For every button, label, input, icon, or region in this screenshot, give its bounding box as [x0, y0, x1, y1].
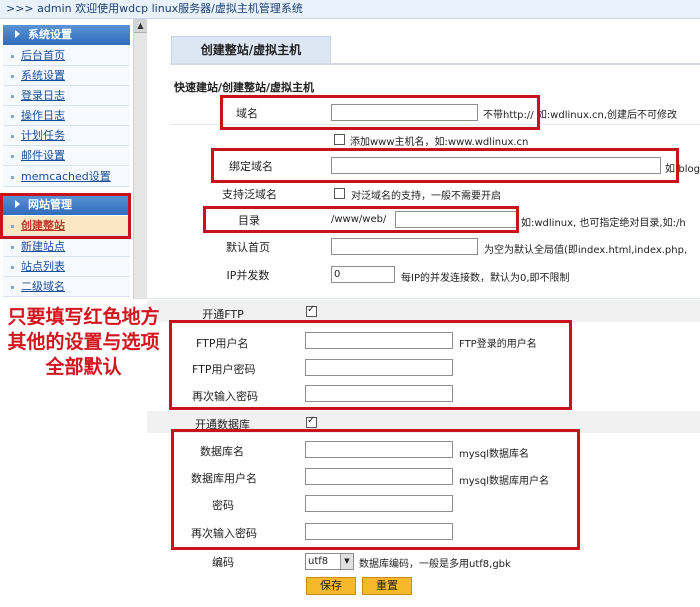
- annotation-text: 只要填写红色地方 其他的设置与选项 全部默认: [6, 305, 161, 380]
- sidebar-item-label: 站点列表: [21, 260, 65, 273]
- sidebar-item-home[interactable]: 后台首页: [3, 46, 130, 66]
- highlight-box-sidebar: [0, 193, 131, 239]
- sidebar-item-login-log[interactable]: 登录日志: [3, 86, 130, 106]
- sidebar-item-site-list[interactable]: 站点列表: [3, 257, 130, 277]
- default-page-label: 默认首页: [226, 241, 270, 254]
- sidebar-item-label: 邮件设置: [21, 149, 65, 162]
- annotation-line: 只要填写红色地方: [7, 306, 160, 328]
- chevron-down-icon[interactable]: ▼: [340, 554, 353, 569]
- highlight-box-dir: [203, 206, 519, 233]
- default-page-input[interactable]: [331, 238, 478, 255]
- sidebar-item-mail[interactable]: 邮件设置: [3, 146, 130, 166]
- bullet-icon: [11, 114, 14, 118]
- bullet-icon: [11, 245, 14, 249]
- sidebar-item-label: memcached设置: [21, 170, 111, 183]
- sidebar: 系统设置 后台首页 系统设置 登录日志 操作日志 计划任务 邮件设置 memca…: [0, 19, 147, 299]
- sidebar-item-memcached[interactable]: memcached设置: [3, 167, 130, 187]
- bullet-icon: [11, 154, 14, 158]
- sidebar-item-label: 计划任务: [21, 129, 65, 142]
- welcome-bar: >>> admin 欢迎使用wdcp linux服务器/虚拟主机管理系统: [0, 0, 700, 19]
- bullet-icon: [11, 175, 14, 179]
- sidebar-item-subdomain[interactable]: 二级域名: [3, 277, 130, 297]
- highlight-box-domain: [220, 95, 540, 130]
- sidebar-scrollbar[interactable]: ▲: [133, 19, 147, 299]
- sidebar-item-label: 新建站点: [21, 240, 65, 253]
- sidebar-section-system[interactable]: 系统设置: [3, 25, 130, 45]
- default-page-hint: 为空为默认全局值(即index.html,index.php,: [484, 245, 688, 256]
- tab-underline: [170, 63, 700, 65]
- wildcard-label: 支持泛域名: [222, 188, 277, 201]
- sidebar-item-operation-log[interactable]: 操作日志: [3, 106, 130, 126]
- add-www-checkbox[interactable]: [334, 134, 345, 145]
- wildcard-checkbox[interactable]: [334, 188, 345, 199]
- highlight-box-ftp: [169, 320, 572, 410]
- annotation-line: 全部默认: [45, 356, 122, 378]
- bullet-icon: [11, 134, 14, 138]
- encoding-value: utf8: [308, 556, 329, 567]
- sidebar-section-label: 系统设置: [28, 28, 72, 41]
- bullet-icon: [11, 54, 14, 58]
- save-button[interactable]: 保存: [306, 577, 356, 595]
- bullet-icon: [11, 94, 14, 98]
- bullet-icon: [11, 265, 14, 269]
- sidebar-item-label: 登录日志: [21, 89, 65, 102]
- ip-conn-input[interactable]: 0: [331, 266, 395, 283]
- ip-conn-hint: 每IP的并发连接数，默认为0,即不限制: [401, 273, 570, 284]
- sidebar-item-system-settings[interactable]: 系统设置: [3, 66, 130, 86]
- add-www-label: 添加www主机名，如:www.wdlinux.cn: [350, 137, 529, 148]
- tab-create-site[interactable]: 创建整站/虚拟主机: [171, 36, 331, 64]
- highlight-box-bind-domain: [211, 148, 679, 183]
- sidebar-item-new-site[interactable]: 新建站点: [3, 237, 130, 257]
- db-enable-checkbox[interactable]: [306, 415, 317, 428]
- wildcard-hint: 对泛域名的支持，一般不需要开启: [351, 191, 501, 202]
- section-title: 快速建站/创建整站/虚拟主机: [174, 81, 315, 94]
- sidebar-item-cron[interactable]: 计划任务: [3, 126, 130, 146]
- ip-conn-label: IP并发数: [226, 269, 270, 282]
- sidebar-item-label: 二级域名: [21, 280, 65, 293]
- bullet-icon: [11, 285, 14, 289]
- annotation-line: 其他的设置与选项: [7, 331, 160, 353]
- sidebar-item-label: 操作日志: [21, 109, 65, 122]
- encoding-hint: 数据库编码，一般是多用utf8,gbk: [359, 559, 511, 570]
- sidebar-item-label: 后台首页: [21, 49, 65, 62]
- encoding-select[interactable]: utf8 ▼: [305, 553, 354, 570]
- bullet-icon: [11, 74, 14, 78]
- encoding-label: 编码: [212, 556, 234, 569]
- scroll-up-icon[interactable]: ▲: [134, 19, 147, 33]
- dir-hint: 如:wdlinux, 也可指定绝对目录,如:/h: [521, 218, 686, 229]
- highlight-box-database: [171, 429, 580, 550]
- ftp-enable-checkbox[interactable]: [306, 304, 317, 317]
- triangle-icon: [15, 30, 20, 38]
- sidebar-item-label: 系统设置: [21, 69, 65, 82]
- reset-button[interactable]: 重置: [362, 577, 412, 595]
